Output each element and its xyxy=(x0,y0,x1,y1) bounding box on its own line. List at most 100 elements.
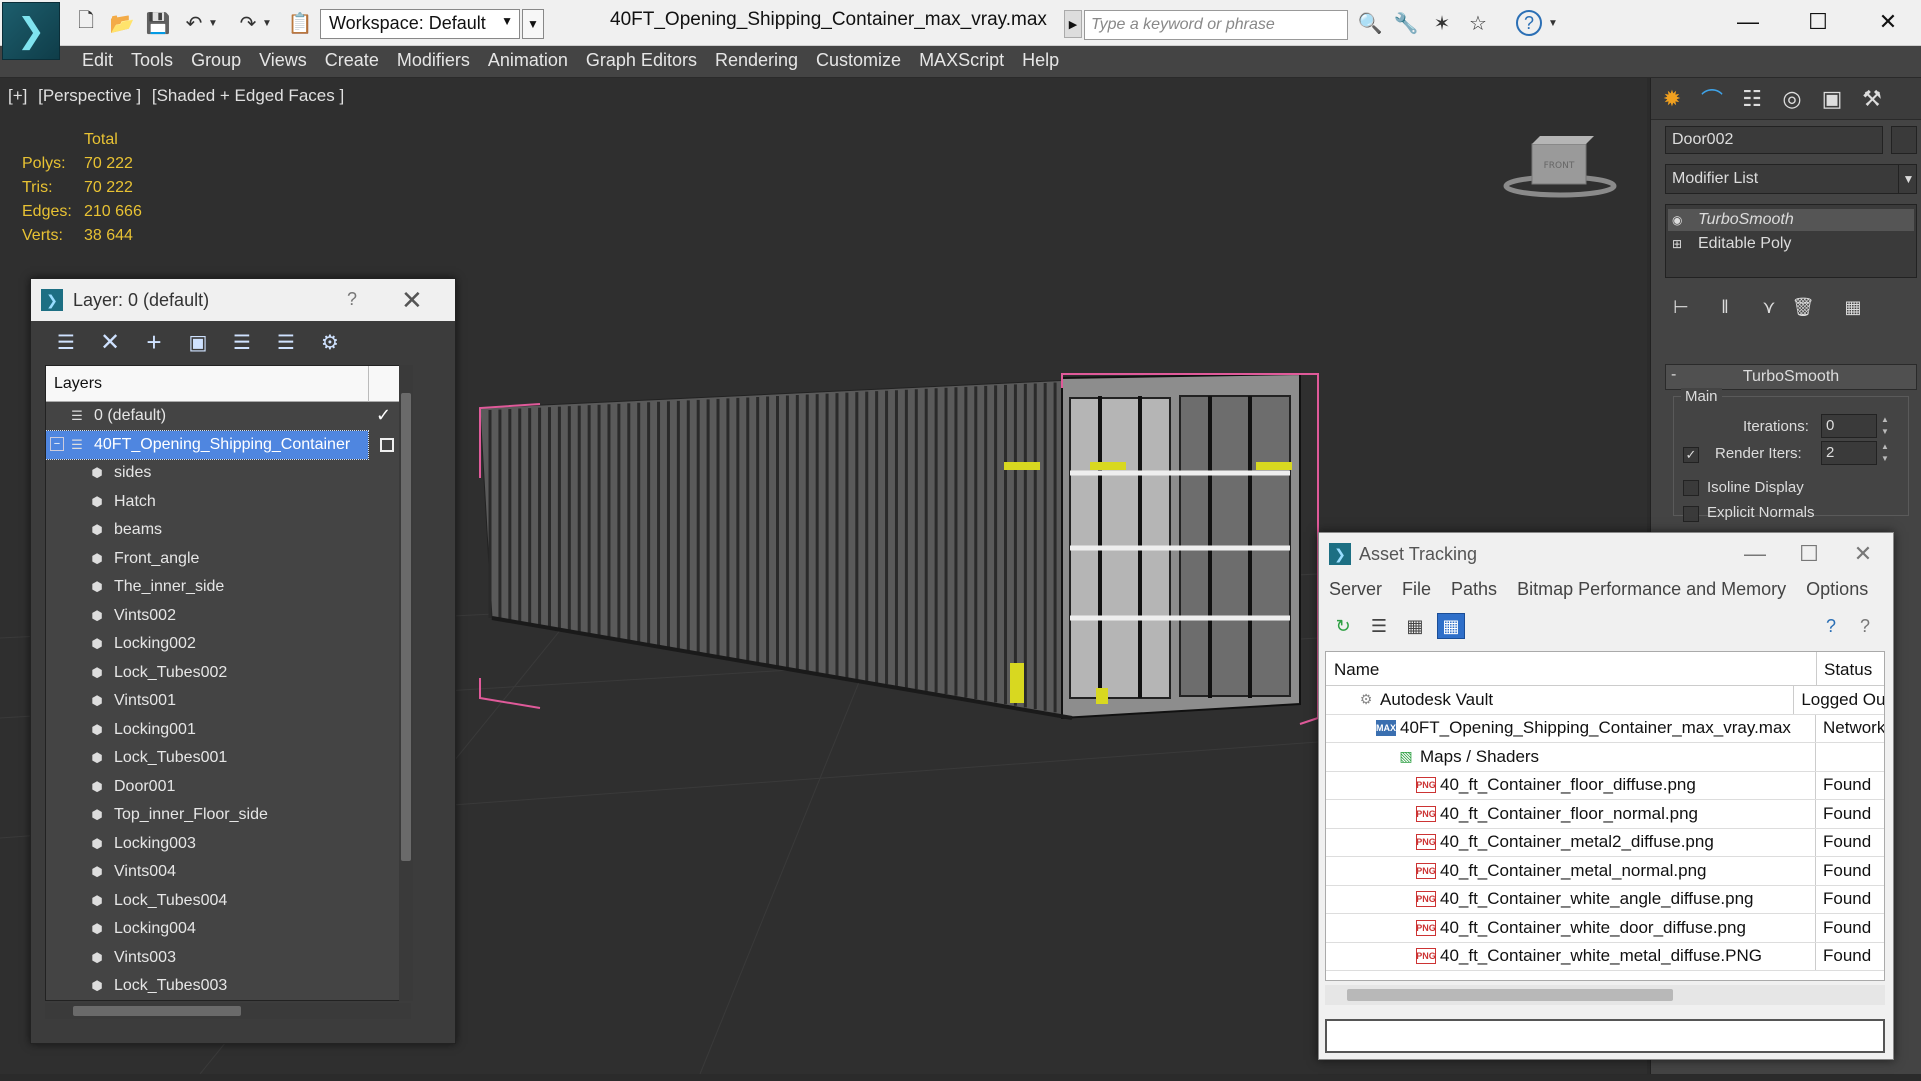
lightbulb-icon[interactable]: ◉ xyxy=(1672,213,1686,227)
object-name-input[interactable] xyxy=(1665,126,1883,154)
project-folder-icon[interactable]: 📋 xyxy=(286,9,314,37)
layers-column-header[interactable]: Layers xyxy=(46,366,368,402)
refresh-icon[interactable]: ↻ xyxy=(1329,613,1357,639)
redo-icon[interactable]: ↷ xyxy=(234,9,262,37)
modifier-list-dropdown[interactable]: Modifier List ▼ xyxy=(1665,164,1917,194)
asset-menu-paths[interactable]: Paths xyxy=(1451,579,1497,605)
asset-row[interactable]: PNG 40_ft_Container_floor_normal.png Found xyxy=(1326,800,1884,829)
delete-layer-icon[interactable]: ✕ xyxy=(95,329,125,356)
help-icon[interactable]: ? xyxy=(1516,10,1542,36)
column-divider[interactable] xyxy=(1816,652,1817,686)
menu-item-maxscript[interactable]: MAXScript xyxy=(919,50,1022,71)
communication-center-icon[interactable]: 🔧 xyxy=(1392,9,1420,37)
viewport-menu-plus[interactable]: [+] xyxy=(8,86,27,105)
sign-in-icon[interactable]: ✶ xyxy=(1428,9,1456,37)
current-layer-check-icon[interactable]: ✓ xyxy=(376,405,391,426)
search-input[interactable] xyxy=(1084,10,1348,40)
layer-object-row[interactable]: ⬢ Locking002 xyxy=(46,630,410,659)
maximize-button[interactable]: ☐ xyxy=(1790,4,1846,40)
create-layer-icon[interactable]: + xyxy=(139,327,169,357)
asset-dialog-titlebar[interactable]: ❯ Asset Tracking — ☐ ✕ xyxy=(1319,533,1893,575)
stack-item-editable-poly[interactable]: ⊞ Editable Poly xyxy=(1668,233,1914,255)
hide-freeze-all-icon[interactable]: ⚙ xyxy=(315,329,345,355)
asset-row[interactable]: PNG 40_ft_Container_floor_diffuse.png Foun… xyxy=(1326,771,1884,800)
layer-dialog-titlebar[interactable]: ❯ Layer: 0 (default) ? ✕ xyxy=(31,279,455,321)
object-color-swatch[interactable] xyxy=(1891,126,1917,154)
open-file-icon[interactable]: 📂 xyxy=(108,9,136,37)
binoculars-icon[interactable]: 🔍 xyxy=(1356,9,1384,37)
layer-object-row[interactable]: ⬢ Lock_Tubes004 xyxy=(46,887,410,916)
iterations-spinner[interactable]: 0 xyxy=(1821,414,1877,438)
layer-object-row[interactable]: ⬢ Vints004 xyxy=(46,858,410,887)
layer-row[interactable]: − ☰ 40FT_Opening_Shipping_Container xyxy=(46,429,394,460)
layer-help-button[interactable]: ? xyxy=(347,289,357,310)
turbosmooth-rollout-header[interactable]: TurboSmooth xyxy=(1665,364,1917,390)
pin-stack-icon[interactable]: ⊢ xyxy=(1665,294,1697,320)
render-iters-checkbox[interactable]: ✓ xyxy=(1683,447,1699,463)
highlight-layer-icon[interactable]: ☰ xyxy=(271,329,301,355)
search-expand-icon[interactable]: ▶ xyxy=(1064,10,1082,38)
render-iters-spinner[interactable]: 2 xyxy=(1821,441,1877,465)
layer-object-row[interactable]: ⬢ Lock_Tubes002 xyxy=(46,659,410,688)
status-column-header[interactable]: Status xyxy=(1824,660,1872,680)
asset-close-button[interactable]: ✕ xyxy=(1835,537,1891,571)
add-selected-to-layer-icon[interactable]: ▣ xyxy=(183,329,213,355)
iterations-spin-arrows[interactable]: ▲ ▼ xyxy=(1879,414,1891,438)
set-current-layer-box[interactable] xyxy=(380,437,394,452)
favorites-star-icon[interactable]: ☆ xyxy=(1464,9,1492,37)
asset-menu-options[interactable]: Options xyxy=(1806,579,1868,605)
layer-object-row[interactable]: ⬢ Locking001 xyxy=(46,716,410,745)
asset-row[interactable]: PNG 40_ft_Container_metal2_diffuse.png Fou… xyxy=(1326,828,1884,857)
layer-tree[interactable]: Layers ☰ 0 (default) ✓ − ☰ 40FT_Opening_Shipp… xyxy=(45,365,411,1001)
menu-item-create[interactable]: Create xyxy=(325,50,397,71)
asset-maximize-button[interactable]: ☐ xyxy=(1781,537,1837,571)
vault-help-icon[interactable]: ? xyxy=(1817,613,1845,639)
asset-horizontal-scroll-thumb[interactable] xyxy=(1347,989,1673,1001)
undo-dropdown-icon[interactable]: ▼ xyxy=(206,9,220,37)
viewport-shading-mode[interactable]: [Shaded + Edged Faces ] xyxy=(152,86,344,105)
help-dropdown-icon[interactable]: ▼ xyxy=(1546,9,1560,37)
layer-object-row[interactable]: ⬢ Hatch xyxy=(46,488,410,517)
configure-sets-icon[interactable]: ▦ xyxy=(1837,294,1869,320)
layer-object-row[interactable]: ⬢ Locking004 xyxy=(46,915,410,944)
menu-item-modifiers[interactable]: Modifiers xyxy=(397,50,488,71)
asset-row[interactable]: MAX 40FT_Opening_Shipping_Container_max_v… xyxy=(1326,714,1884,743)
menu-item-help[interactable]: Help xyxy=(1022,50,1077,71)
layer-close-button[interactable]: ✕ xyxy=(401,285,423,316)
grid-view-icon[interactable]: ▦ xyxy=(1437,613,1465,639)
layers-settings-icon[interactable]: ☰ xyxy=(51,329,81,355)
menu-item-views[interactable]: Views xyxy=(259,50,325,71)
layer-object-row[interactable]: ⬢ Vints002 xyxy=(46,602,410,631)
menu-item-edit[interactable]: Edit xyxy=(82,50,131,71)
display-tab-icon[interactable]: ▣ xyxy=(1815,84,1849,114)
workspace-menu-button[interactable]: ▼ xyxy=(522,9,544,39)
list-view-icon[interactable]: ☰ xyxy=(1365,613,1393,639)
viewport-label[interactable]: [+] [Perspective ] [Shaded + Edged Faces… xyxy=(8,86,350,106)
close-button[interactable]: ✕ xyxy=(1860,4,1916,40)
asset-row[interactable]: PNG 40_ft_Container_metal_normal.png Found xyxy=(1326,857,1884,886)
utilities-tab-icon[interactable]: ⚒ xyxy=(1855,84,1889,114)
layer-object-row[interactable]: ⬢ Locking003 xyxy=(46,830,410,859)
layer-vertical-scroll-thumb[interactable] xyxy=(401,393,411,861)
motion-tab-icon[interactable]: ◎ xyxy=(1775,84,1809,114)
asset-table[interactable]: Name Status ⚙ Autodesk Vault Logged Out MAX… xyxy=(1325,651,1885,981)
select-layer-objects-icon[interactable]: ☰ xyxy=(227,329,257,355)
asset-row[interactable]: PNG 40_ft_Container_white_door_diffuse.pn… xyxy=(1326,914,1884,943)
layer-object-row[interactable]: ⬢ Front_angle xyxy=(46,545,410,574)
minimize-button[interactable]: — xyxy=(1720,4,1776,40)
menu-item-tools[interactable]: Tools xyxy=(131,50,191,71)
layer-row[interactable]: ☰ 0 (default) ✓ xyxy=(46,402,410,431)
menu-item-rendering[interactable]: Rendering xyxy=(715,50,816,71)
layer-vertical-scrollbar[interactable] xyxy=(399,365,413,1001)
layer-object-row[interactable]: ⬢ Door001 xyxy=(46,773,410,802)
hierarchy-tab-icon[interactable]: ☷ xyxy=(1735,84,1769,114)
layer-object-row[interactable]: ⬢ Vints001 xyxy=(46,687,410,716)
asset-tracking-help-icon[interactable]: ? xyxy=(1851,613,1879,639)
redo-dropdown-icon[interactable]: ▼ xyxy=(260,9,274,37)
layer-object-row[interactable]: ⬢ sides xyxy=(46,459,410,488)
new-file-icon[interactable]: 🗋 xyxy=(72,9,100,37)
undo-icon[interactable]: ↶ xyxy=(180,9,208,37)
show-end-result-icon[interactable]: ‖ xyxy=(1709,294,1741,320)
asset-row[interactable]: ▧ Maps / Shaders xyxy=(1326,743,1884,772)
asset-row[interactable]: PNG 40_ft_Container_white_angle_diffuse.p… xyxy=(1326,885,1884,914)
